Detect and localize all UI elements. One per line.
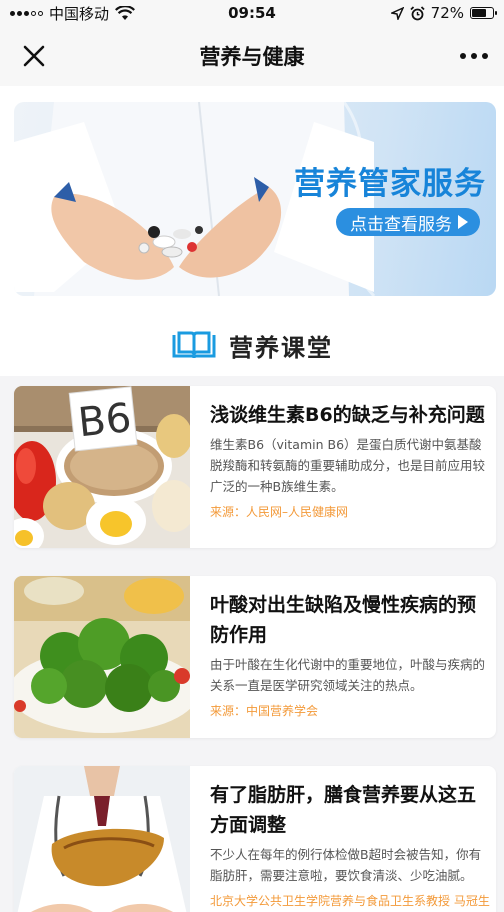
open-book-icon bbox=[172, 331, 216, 359]
article-body: 叶酸对出生缺陷及慢性疾病的预防作用 由于叶酸在生化代谢中的重要地位，叶酸与疾病的… bbox=[210, 590, 488, 719]
article-source: 北京大学公共卫生学院营养与食品卫生系教授 马冠生 bbox=[210, 894, 490, 908]
status-time: 09:54 bbox=[228, 4, 276, 22]
view-service-button[interactable]: 点击查看服务 bbox=[336, 208, 480, 236]
carrier-label: 中国移动 bbox=[49, 4, 110, 23]
b6-label-text: B6 bbox=[76, 395, 133, 446]
article-card[interactable]: 有了脂肪肝，膳食营养要从这五方面调整 不少人在每年的例行体检做B超时会被告知，你… bbox=[14, 766, 496, 912]
status-bar: 中国移动 09:54 72% bbox=[0, 0, 504, 26]
article-title: 浅谈维生素B6的缺乏与补充问题 bbox=[210, 404, 485, 426]
article-card[interactable]: 叶酸对出生缺陷及慢性疾病的预防作用 由于叶酸在生化代谢中的重要地位，叶酸与疾病的… bbox=[14, 576, 496, 738]
article-body: 浅谈维生素B6的缺乏与补充问题 维生素B6（vitamin B6）是蛋白质代谢中… bbox=[210, 400, 488, 520]
alarm-icon bbox=[410, 5, 425, 20]
nutrition-service-banner[interactable]: 营养管家服务 点击查看服务 bbox=[14, 102, 496, 296]
location-arrow-icon bbox=[390, 6, 404, 20]
wifi-icon bbox=[115, 5, 135, 20]
article-source: 来源：中国营养学会 bbox=[210, 704, 319, 718]
battery-icon bbox=[470, 7, 497, 19]
page-title: 营养与健康 bbox=[199, 45, 305, 69]
article-body: 有了脂肪肝，膳食营养要从这五方面调整 不少人在每年的例行体检做B超时会被告知，你… bbox=[210, 780, 490, 909]
nav-bar: 营养与健康 bbox=[0, 26, 504, 86]
article-title: 有了脂肪肝，膳食营养要从这五方面调整 bbox=[210, 784, 477, 836]
view-service-label: 点击查看服务 bbox=[350, 214, 452, 235]
more-options-icon[interactable] bbox=[460, 53, 488, 59]
article-source: 来源：人民网–人民健康网 bbox=[210, 505, 349, 519]
article-thumbnail-fatty-liver bbox=[14, 766, 190, 912]
close-icon[interactable] bbox=[20, 42, 48, 70]
article-thumbnail-broccoli bbox=[14, 576, 190, 738]
article-thumbnail-vitamin-b6: B6 bbox=[14, 386, 190, 548]
signal-icon bbox=[10, 10, 43, 16]
battery-percent: 72% bbox=[430, 4, 464, 22]
article-description: 维生素B6（vitamin B6）是蛋白质代谢中氨基酸脱羧酶和转氨酶的重要辅助成… bbox=[210, 437, 486, 494]
status-left: 中国移动 bbox=[10, 3, 135, 24]
banner-section: 营养管家服务 点击查看服务 bbox=[0, 86, 504, 314]
play-arrow-icon bbox=[458, 215, 468, 229]
article-description: 由于叶酸在生化代谢中的重要地位，叶酸与疾病的关系一直是医学研究领域关注的热点。 bbox=[210, 657, 486, 693]
article-description: 不少人在每年的例行体检做B超时会被告知，你有脂肪肝，需要注意啦，要饮食清淡、少吃… bbox=[210, 847, 482, 883]
status-right: 72% bbox=[390, 4, 497, 22]
article-title: 叶酸对出生缺陷及慢性疾病的预防作用 bbox=[210, 594, 477, 646]
section-header: 营养课堂 bbox=[0, 314, 504, 376]
article-card[interactable]: B6 浅谈维生素B6的缺乏与补充问题 维生素B6（vitamin B6）是蛋白质… bbox=[14, 386, 496, 548]
banner-title: 营养管家服务 bbox=[294, 166, 486, 202]
section-title: 营养课堂 bbox=[229, 333, 333, 362]
